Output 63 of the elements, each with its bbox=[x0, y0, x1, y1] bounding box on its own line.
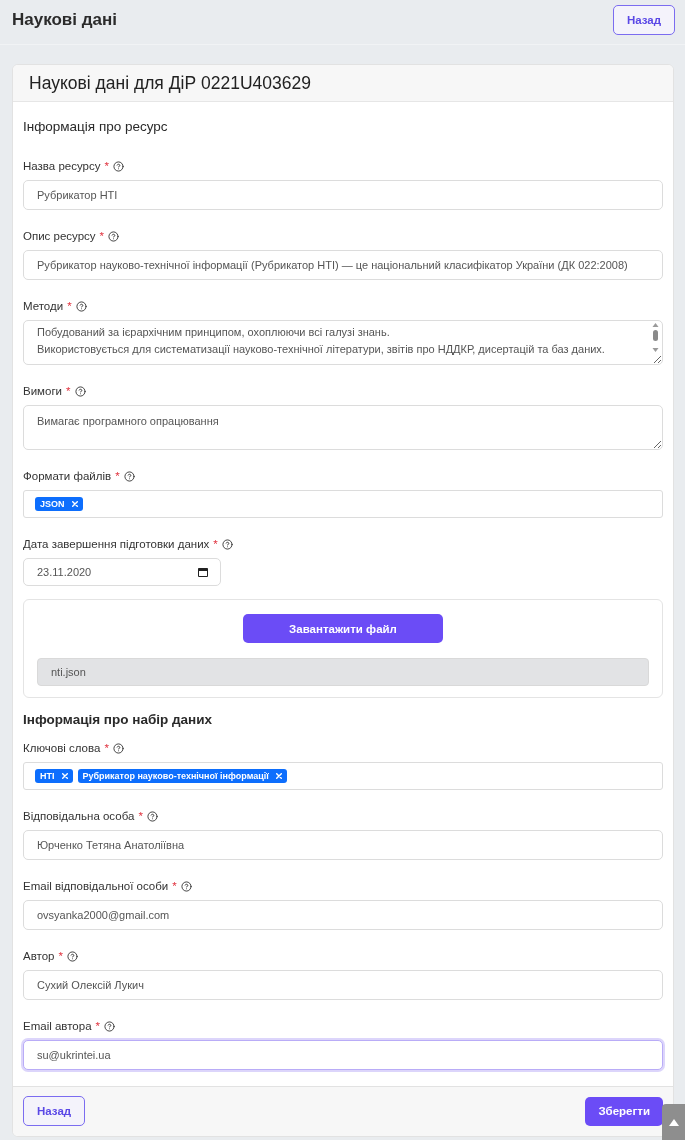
help-icon[interactable] bbox=[146, 811, 158, 822]
section-heading: Інформація про набір даних bbox=[23, 711, 214, 729]
text-input[interactable]: Рубрикатор науково-технічної інформації (Рубрикатор НТІ) — це національний класифікатор України (ДК 022:2008) bbox=[23, 250, 663, 280]
field-label: Email автора bbox=[23, 1019, 92, 1034]
field-label: Вимоги bbox=[23, 384, 62, 399]
required-asterisk: * bbox=[115, 469, 120, 484]
required-asterisk: * bbox=[138, 809, 143, 824]
text-input[interactable]: Сухий Олексій Лукич bbox=[23, 970, 663, 1000]
back-button[interactable]: Назад bbox=[612, 4, 675, 35]
required-asterisk: * bbox=[67, 299, 72, 314]
help-icon[interactable] bbox=[108, 231, 120, 242]
field-label: Email відповідальної особи bbox=[23, 879, 169, 894]
field-label: Дата завершення підготовки даних bbox=[23, 537, 210, 552]
card-title: Наукові дані для ДіР 0221U403629 bbox=[29, 72, 311, 94]
textarea-field[interactable]: Побудований за ієрархічним принципом, охоплюючи всі галузі знань. Використовується для систематизації науково-технічної літератури, звітів про НДДКР, дисертацій та баз даних. bbox=[23, 320, 663, 365]
textarea-field[interactable]: Вимагає програмного опрацювання bbox=[23, 405, 663, 450]
tags-field[interactable]: JSON bbox=[23, 490, 663, 518]
help-icon[interactable] bbox=[112, 743, 124, 754]
help-icon[interactable] bbox=[66, 951, 78, 962]
required-asterisk: * bbox=[213, 537, 218, 552]
file-name-field[interactable]: nti.json bbox=[37, 658, 649, 686]
field-label: Відповідальна особа bbox=[23, 809, 135, 824]
close-icon[interactable] bbox=[61, 773, 68, 779]
tag[interactable]: НТІ bbox=[35, 769, 73, 783]
required-asterisk: * bbox=[104, 159, 109, 174]
scroll-to-top-button[interactable] bbox=[662, 1104, 685, 1140]
required-asterisk: * bbox=[58, 949, 63, 964]
field-label: Опис ресурсу bbox=[23, 229, 96, 244]
close-icon[interactable] bbox=[275, 773, 282, 779]
back-button[interactable]: Назад bbox=[23, 1096, 86, 1126]
text-input[interactable]: ovsyanka2000@gmail.com bbox=[23, 900, 663, 930]
field-label: Автор bbox=[23, 949, 55, 964]
upload-file-button[interactable]: Завантажити файл bbox=[243, 614, 443, 643]
text-input[interactable]: Юрченко Тетяна Анатоліївна bbox=[23, 830, 663, 860]
scrollbar[interactable] bbox=[652, 323, 659, 353]
help-icon[interactable] bbox=[104, 1021, 115, 1032]
close-icon[interactable] bbox=[71, 501, 78, 507]
page-title: Наукові дані bbox=[12, 9, 117, 30]
tag[interactable]: Рубрикатор науково-технічної інформації bbox=[77, 769, 287, 783]
text-input[interactable]: su@ukrintei.ua bbox=[23, 1040, 663, 1070]
help-icon[interactable] bbox=[74, 386, 86, 397]
calendar-icon[interactable] bbox=[198, 567, 208, 577]
tag[interactable]: JSON bbox=[35, 497, 83, 511]
field-label: Ключові слова bbox=[23, 741, 101, 756]
caret-up-icon bbox=[668, 1118, 679, 1126]
tags-field[interactable]: НТІ Рубрикатор науково-технічної інформації bbox=[23, 762, 663, 790]
date-field[interactable]: 23.11.2020 bbox=[23, 558, 221, 586]
help-icon[interactable] bbox=[75, 301, 87, 312]
text-input[interactable]: Рубрикатор НТІ bbox=[23, 180, 663, 210]
help-icon[interactable] bbox=[123, 471, 135, 482]
field-label: Методи bbox=[23, 299, 64, 314]
help-icon[interactable] bbox=[180, 881, 192, 892]
help-icon[interactable] bbox=[221, 539, 233, 550]
required-asterisk: * bbox=[99, 229, 105, 244]
save-button[interactable]: Зберегти bbox=[585, 1096, 663, 1126]
help-icon[interactable] bbox=[112, 161, 124, 172]
required-asterisk: * bbox=[66, 384, 71, 399]
required-asterisk: * bbox=[95, 1019, 100, 1034]
required-asterisk: * bbox=[104, 741, 109, 756]
field-label: Назва ресурсу bbox=[23, 159, 101, 174]
field-label: Формати файлів bbox=[23, 469, 112, 484]
required-asterisk: * bbox=[172, 879, 177, 894]
section-heading: Інформація про ресурс bbox=[23, 118, 169, 136]
